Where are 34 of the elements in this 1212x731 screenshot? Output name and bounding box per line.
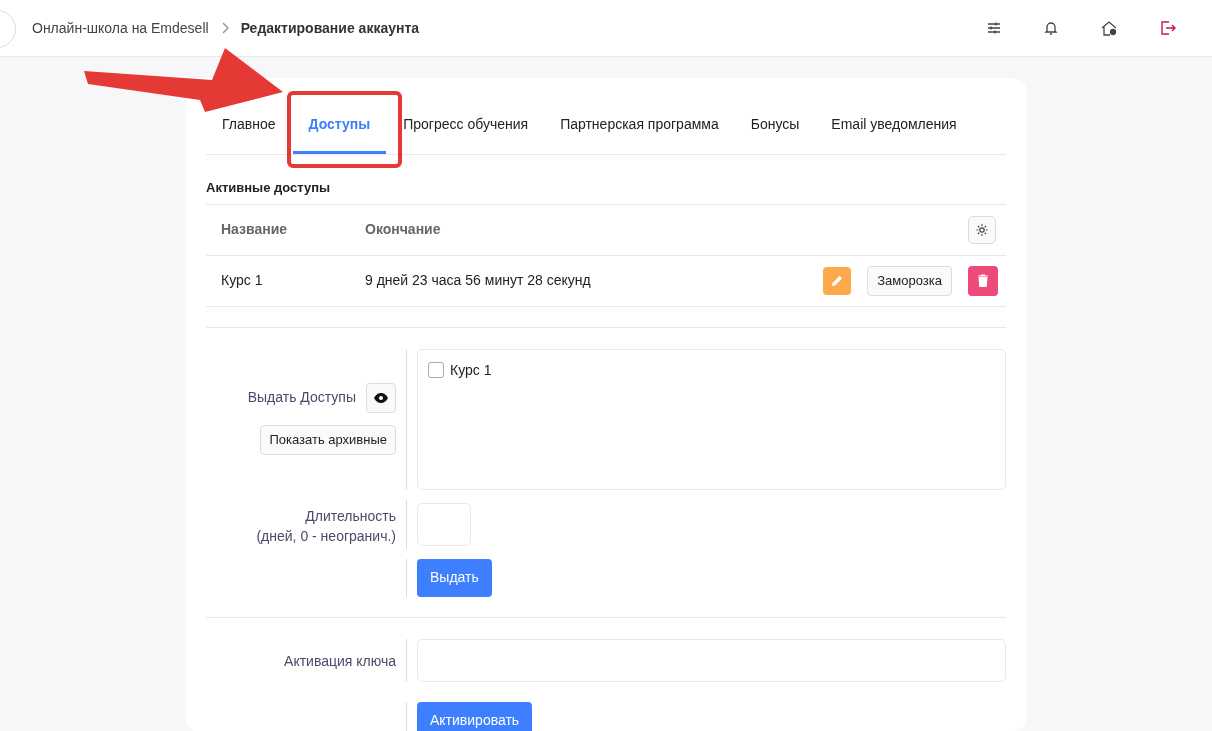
table-cell-text: 9 дней 23 часа 56 минут 28 секунд (365, 271, 591, 290)
show-archived-button[interactable]: Показать архивные (260, 424, 396, 455)
checkbox-label: Курс 1 (450, 360, 492, 380)
logout-icon[interactable] (1159, 19, 1177, 37)
sliders-icon[interactable] (986, 20, 1002, 36)
tab[interactable]: Доступы (292, 111, 387, 154)
table-cell-text: Курс 1 (220, 271, 264, 290)
column-header: Окончание (365, 220, 441, 239)
tab[interactable]: Партнерская программа (544, 111, 735, 154)
eye-icon (374, 392, 388, 403)
delete-button[interactable] (968, 265, 998, 296)
grant-button[interactable]: Выдать (417, 558, 492, 597)
field-label: Длительность (дней, 0 - неогранич.) (255, 506, 397, 546)
home-icon[interactable] (1100, 19, 1118, 37)
tab[interactable]: Главное (222, 111, 280, 154)
breadcrumb-link[interactable]: Онлайн-школа на Emdesell (32, 17, 209, 39)
settings-icon (975, 222, 989, 237)
freeze-button[interactable]: Заморозка (867, 265, 952, 296)
section-title: Активные доступы (206, 155, 1006, 205)
pencil-icon (831, 274, 844, 287)
chevron-icon (220, 22, 229, 34)
bell-icon[interactable] (1043, 20, 1059, 36)
column-header: Название (220, 220, 289, 239)
activate-button[interactable]: Активировать (417, 701, 533, 731)
tab[interactable]: Бонусы (734, 111, 816, 154)
tab[interactable]: Прогресс обучения (387, 111, 545, 154)
visibility-button[interactable] (366, 382, 396, 413)
checkbox[interactable] (428, 362, 444, 378)
tab[interactable]: Email уведомления (815, 111, 973, 154)
page-title: Редактирование аккаунта (240, 18, 420, 38)
settings-button[interactable] (968, 215, 996, 244)
field-label: Активация ключа (283, 651, 397, 671)
field-label: Выдать Доступы (247, 388, 356, 407)
trash-icon (977, 274, 989, 287)
